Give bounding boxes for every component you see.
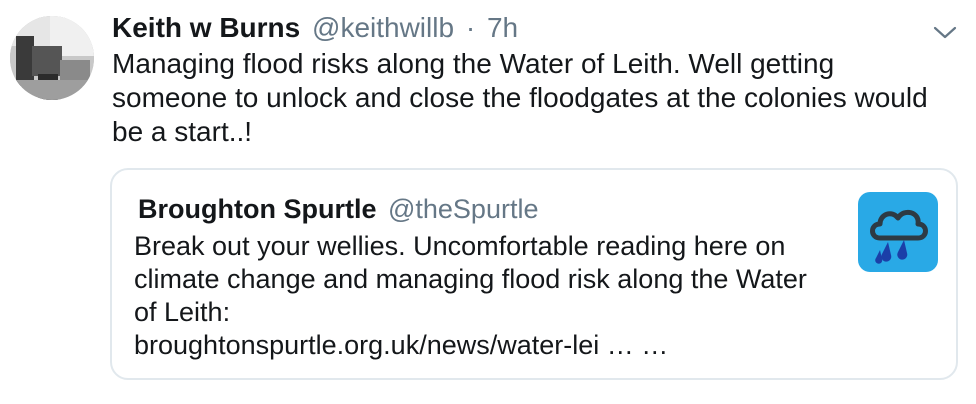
tweet-header: Keith w Burns @keithwillb · 7h <box>112 12 518 44</box>
rain-cloud-icon <box>870 209 928 264</box>
tweet: Keith w Burns @keithwillb · 7h Managing … <box>0 0 976 404</box>
tweet-text: Managing flood risks along the Water of … <box>112 48 928 147</box>
author-handle[interactable]: @keithwillb <box>312 12 454 43</box>
quoted-tweet-text-block: Break out your wellies. Uncomfortable re… <box>134 230 834 362</box>
author-name[interactable]: Keith w Burns <box>112 12 300 43</box>
quoted-tweet-card[interactable]: Broughton Spurtle @theSpurtle Break out … <box>110 168 958 380</box>
quoted-tweet-header: Broughton Spurtle @theSpurtle <box>138 194 538 224</box>
quoted-tweet-thumbnail <box>858 192 938 272</box>
quoted-tweet-link[interactable]: broughtonspurtle.org.uk/news/water-lei …… <box>134 329 834 362</box>
quoted-author-handle: @theSpurtle <box>387 194 539 224</box>
quoted-tweet-text: Break out your wellies. Uncomfortable re… <box>134 231 807 327</box>
timestamp[interactable]: 7h <box>487 12 518 43</box>
separator-dot: · <box>465 12 476 43</box>
quoted-author-name: Broughton Spurtle <box>138 194 377 224</box>
avatar[interactable] <box>10 16 94 100</box>
chevron-down-icon[interactable] <box>930 22 960 42</box>
